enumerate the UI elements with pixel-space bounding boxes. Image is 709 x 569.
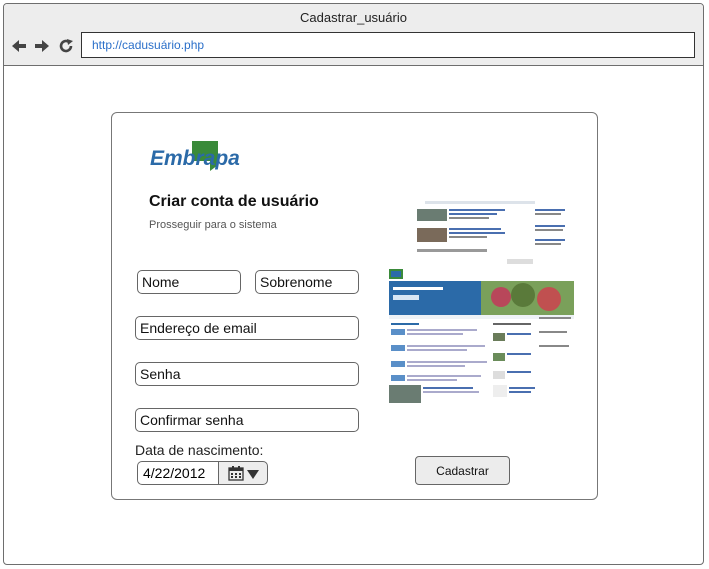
browser-window: Cadastrar_usuário http://cadusuário.php … [3,3,704,565]
email-field[interactable]: Endereço de email [135,316,359,340]
svg-text:Embrapa: Embrapa [150,147,240,170]
arrow-right-icon[interactable] [33,37,51,55]
register-button[interactable]: Cadastrar [415,456,510,485]
date-picker-button[interactable] [218,461,268,485]
arrow-left-icon[interactable] [10,37,28,55]
birthdate-input[interactable]: 4/22/2012 [137,461,219,485]
first-name-field[interactable]: Nome [137,270,241,294]
caret-down-icon [247,470,259,479]
title-bar: Cadastrar_usuário http://cadusuário.php [4,4,703,66]
website-preview-image [389,199,574,409]
last-name-field[interactable]: Sobrenome [255,270,359,294]
page-subtitle: Prosseguir para o sistema [149,219,277,231]
address-bar[interactable]: http://cadusuário.php [81,32,695,58]
reload-icon[interactable] [57,37,75,55]
window-title: Cadastrar_usuário [300,10,407,25]
confirm-password-field[interactable]: Confirmar senha [135,408,359,432]
embrapa-logo: Embrapa [150,141,240,171]
page-title: Criar conta de usuário [149,193,319,210]
calendar-icon [228,466,244,481]
password-field[interactable]: Senha [135,362,359,386]
birthdate-label: Data de nascimento: [135,442,264,458]
signup-card: Embrapa Criar conta de usuário Prossegui… [111,112,598,500]
